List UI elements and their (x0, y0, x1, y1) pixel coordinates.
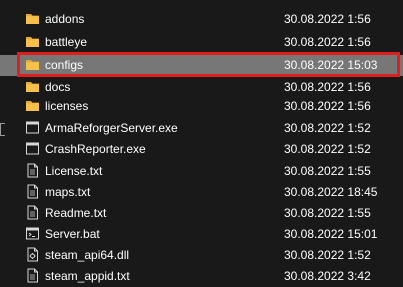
file-name: configs (45, 58, 84, 72)
list-item-addons[interactable]: addons 30.08.2022 1:56 (0, 9, 403, 30)
selection-edge-mark (0, 123, 5, 136)
text-file-icon (25, 268, 40, 283)
text-file-icon (25, 163, 40, 178)
list-item-license-txt[interactable]: License.txt 30.08.2022 1:55 (0, 161, 403, 182)
file-modified-date: 30.08.2022 1:56 (284, 12, 371, 26)
file-name: docs (45, 80, 71, 94)
file-modified-date: 30.08.2022 1:52 (284, 142, 371, 156)
folder-icon (25, 57, 40, 72)
batch-file-icon (25, 226, 40, 241)
file-name: addons (45, 12, 85, 26)
list-item-maps-txt[interactable]: maps.txt 30.08.2022 18:45 (0, 182, 403, 203)
folder-icon (25, 79, 40, 94)
file-modified-date: 30.08.2022 3:42 (284, 269, 371, 283)
folder-icon (25, 34, 40, 49)
folder-icon (25, 98, 40, 113)
file-name: steam_api64.dll (45, 248, 130, 262)
file-name: Server.bat (45, 227, 100, 241)
file-name: ArmaReforgerServer.exe (45, 121, 178, 135)
list-item-steam-api64-dll[interactable]: steam_api64.dll 30.08.2022 1:52 (0, 245, 403, 266)
file-name: steam_appid.txt (45, 269, 130, 283)
list-item-crashreporter-exe[interactable]: CrashReporter.exe 30.08.2022 1:52 (0, 139, 403, 160)
file-name: License.txt (45, 164, 103, 178)
file-name: CrashReporter.exe (45, 142, 146, 156)
list-item-server-bat[interactable]: Server.bat 30.08.2022 15:01 (0, 224, 403, 245)
file-modified-date: 30.08.2022 1:56 (284, 35, 371, 49)
list-item-docs[interactable]: docs 30.08.2022 1:56 (0, 77, 403, 98)
file-modified-date: 30.08.2022 18:45 (284, 185, 378, 199)
file-modified-date: 30.08.2022 1:55 (284, 164, 371, 178)
list-item-readme-txt[interactable]: Readme.txt 30.08.2022 1:55 (0, 203, 403, 224)
exe-icon (25, 141, 40, 156)
file-modified-date: 30.08.2022 1:52 (284, 121, 371, 135)
list-item-licenses[interactable]: licenses 30.08.2022 1:56 (0, 96, 403, 117)
folder-icon (25, 11, 40, 26)
text-file-icon (25, 184, 40, 199)
file-name: maps.txt (45, 185, 91, 199)
file-modified-date: 30.08.2022 1:56 (284, 80, 371, 94)
list-item-armareforgerserver-exe[interactable]: ArmaReforgerServer.exe 30.08.2022 1:52 (0, 118, 403, 139)
file-list: addons 30.08.2022 1:56 battleye 30.08.20… (0, 0, 403, 287)
file-name: battleye (45, 35, 88, 49)
list-item-battleye[interactable]: battleye 30.08.2022 1:56 (0, 32, 403, 53)
file-name: Readme.txt (45, 206, 107, 220)
file-modified-date: 30.08.2022 15:01 (284, 227, 378, 241)
file-name: licenses (45, 99, 89, 113)
file-modified-date: 30.08.2022 1:52 (284, 248, 371, 262)
text-file-icon (25, 205, 40, 220)
dll-file-icon (25, 247, 40, 262)
list-item-steam-appid-txt[interactable]: steam_appid.txt 30.08.2022 3:42 (0, 266, 403, 287)
file-modified-date: 30.08.2022 1:55 (284, 206, 371, 220)
file-modified-date: 30.08.2022 15:03 (284, 58, 378, 72)
list-item-configs[interactable]: configs 30.08.2022 15:03 (0, 52, 403, 77)
exe-icon (25, 120, 40, 135)
file-modified-date: 30.08.2022 1:56 (284, 99, 371, 113)
